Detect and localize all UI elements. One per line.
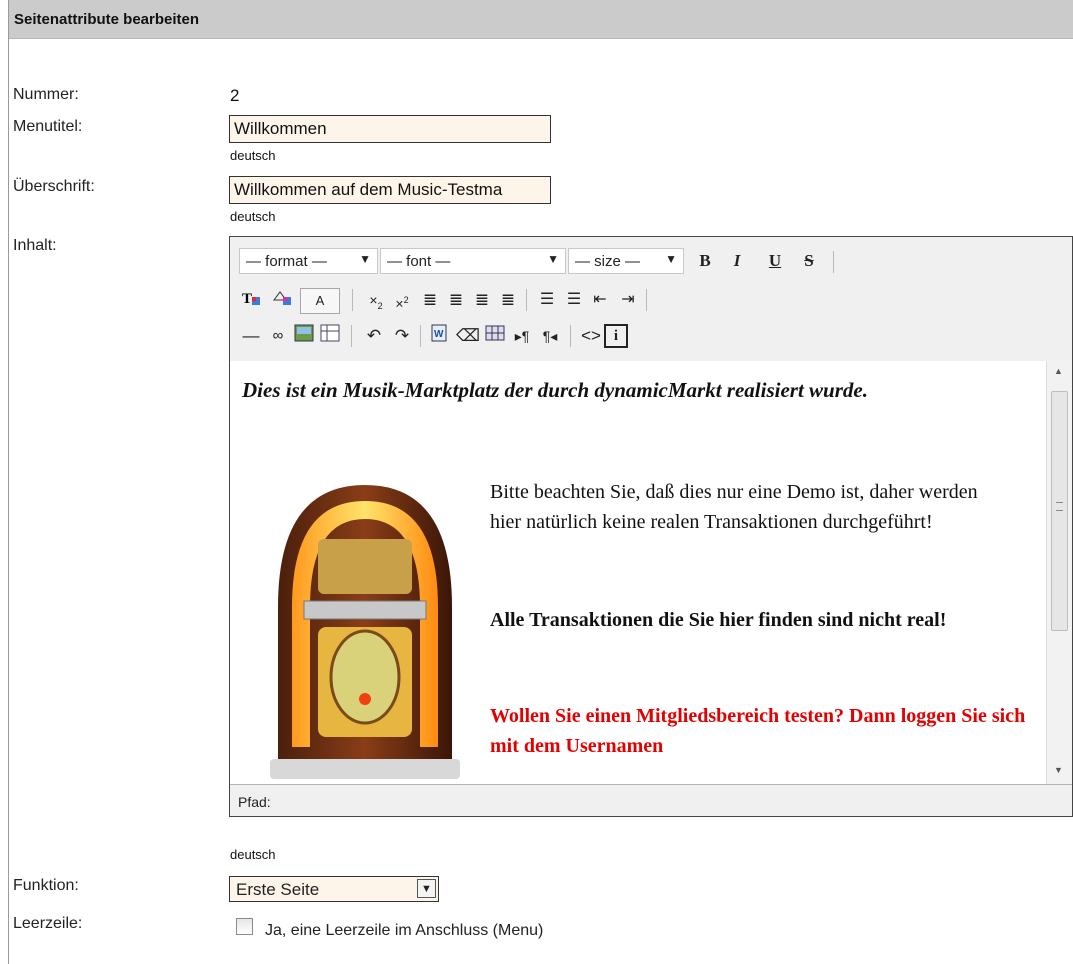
table-icon[interactable] <box>318 324 342 348</box>
content-paragraph-3: Wollen Sie einen Mitgliedsbereich testen… <box>490 705 1026 757</box>
scrollbar-thumb[interactable] <box>1051 391 1068 631</box>
align-justify-icon[interactable]: ≣ <box>496 288 520 312</box>
toolbar-separator <box>646 289 647 311</box>
scroll-down-icon[interactable]: ▼ <box>1054 765 1063 775</box>
special-chars-icon[interactable] <box>483 324 507 348</box>
horizontal-rule-icon[interactable]: — <box>239 324 263 348</box>
left-border <box>8 0 9 964</box>
content-paragraph-2: Alle Transaktionen die Sie hier finden s… <box>490 609 947 631</box>
editor-content[interactable]: Dies ist ein Musik-Marktplatz der durch … <box>230 361 1046 784</box>
rtl-icon[interactable]: ¶◂ <box>538 324 562 348</box>
leerzeile-checkbox[interactable] <box>236 918 253 935</box>
funktion-label: Funktion: <box>13 877 79 894</box>
section-title: Seitenattribute bearbeiten <box>14 11 200 28</box>
grip-icon <box>1056 502 1063 511</box>
menutitel-input[interactable] <box>229 115 551 143</box>
leerzeile-label: Leerzeile: <box>13 915 83 932</box>
chevron-down-icon: ▼ <box>547 252 559 266</box>
ueberschrift-language: deutsch <box>230 209 276 224</box>
path-label: Pfad: <box>238 794 271 810</box>
funktion-select[interactable]: Erste Seite ▼ <box>229 876 439 902</box>
section-header: Seitenattribute bearbeiten <box>9 0 1073 39</box>
funktion-select-value: Erste Seite <box>236 880 320 899</box>
ltr-icon[interactable]: ▸¶ <box>510 324 534 348</box>
content-paragraph-1: Bitte beachten Sie, daß dies nur eine De… <box>490 481 978 533</box>
toolbar-separator <box>570 325 571 347</box>
redo-icon[interactable]: ↷ <box>390 324 414 348</box>
font-style-icon[interactable]: A <box>300 288 340 314</box>
superscript-icon[interactable]: ×2 <box>390 288 414 312</box>
unordered-list-icon[interactable]: ☰ <box>562 288 586 312</box>
svg-text:W: W <box>434 329 444 340</box>
strikethrough-button[interactable]: S <box>797 249 821 273</box>
toolbar-separator <box>526 289 527 311</box>
size-select-label: — size — <box>575 253 641 270</box>
chevron-down-icon: ▼ <box>359 252 371 266</box>
subscript-icon[interactable]: ×2 <box>364 288 388 312</box>
format-select[interactable]: — format — ▼ <box>239 248 378 274</box>
indent-icon[interactable]: ⇥ <box>616 288 640 312</box>
background-color-icon[interactable] <box>270 288 294 312</box>
editor-scrollbar[interactable]: ▲ ▼ <box>1046 361 1072 784</box>
nummer-value: 2 <box>230 86 240 105</box>
format-select-label: — format — <box>246 253 327 270</box>
editor-toolbar: — format — ▼ — font — ▼ — size — ▼ B I U S … <box>230 237 1072 362</box>
content-heading: Dies ist ein Musik-Marktplatz der durch … <box>242 378 868 402</box>
toolbar-separator <box>351 325 352 347</box>
ordered-list-icon[interactable]: ☰ <box>535 288 559 312</box>
image-icon[interactable] <box>292 324 316 348</box>
inhalt-label: Inhalt: <box>13 237 57 254</box>
link-icon[interactable]: ∞ <box>266 324 290 348</box>
align-right-icon[interactable]: ≣ <box>470 288 494 312</box>
bold-button[interactable]: B <box>693 249 717 273</box>
underline-button[interactable]: U <box>763 249 787 273</box>
eraser-icon[interactable]: ⌫ <box>456 324 480 348</box>
align-left-icon[interactable]: ≣ <box>418 288 442 312</box>
undo-icon[interactable]: ↶ <box>362 324 386 348</box>
toolbar-separator <box>833 251 834 273</box>
italic-button[interactable]: I <box>725 249 749 273</box>
editor-statusbar: Pfad: <box>230 784 1072 816</box>
chevron-down-icon: ▼ <box>665 252 677 266</box>
inhalt-language: deutsch <box>230 847 276 862</box>
scroll-up-icon[interactable]: ▲ <box>1054 366 1063 376</box>
toolbar-separator <box>420 325 421 347</box>
paste-word-icon[interactable]: W <box>429 324 453 348</box>
font-select-label: — font — <box>387 253 451 270</box>
menutitel-language: deutsch <box>230 148 276 163</box>
info-icon[interactable]: i <box>604 324 628 348</box>
menutitel-label: Menutitel: <box>13 118 83 135</box>
ueberschrift-label: Überschrift: <box>13 178 95 195</box>
text-color-icon[interactable]: T <box>239 288 263 312</box>
jukebox-image <box>270 477 460 784</box>
chevron-down-icon[interactable]: ▼ <box>417 879 436 898</box>
font-select[interactable]: — font — ▼ <box>380 248 566 274</box>
size-select[interactable]: — size — ▼ <box>568 248 684 274</box>
ueberschrift-input[interactable] <box>229 176 551 204</box>
nummer-label: Nummer: <box>13 86 79 103</box>
rich-text-editor: — format — ▼ — font — ▼ — size — ▼ B I U S … <box>229 236 1073 817</box>
outdent-icon[interactable]: ⇤ <box>588 288 612 312</box>
align-center-icon[interactable]: ≣ <box>444 288 468 312</box>
svg-text:T: T <box>242 291 252 307</box>
source-code-icon[interactable]: <> <box>579 324 603 348</box>
toolbar-separator <box>352 289 353 311</box>
leerzeile-checkbox-label[interactable]: Ja, eine Leerzeile im Anschluss (Menu) <box>265 922 543 940</box>
